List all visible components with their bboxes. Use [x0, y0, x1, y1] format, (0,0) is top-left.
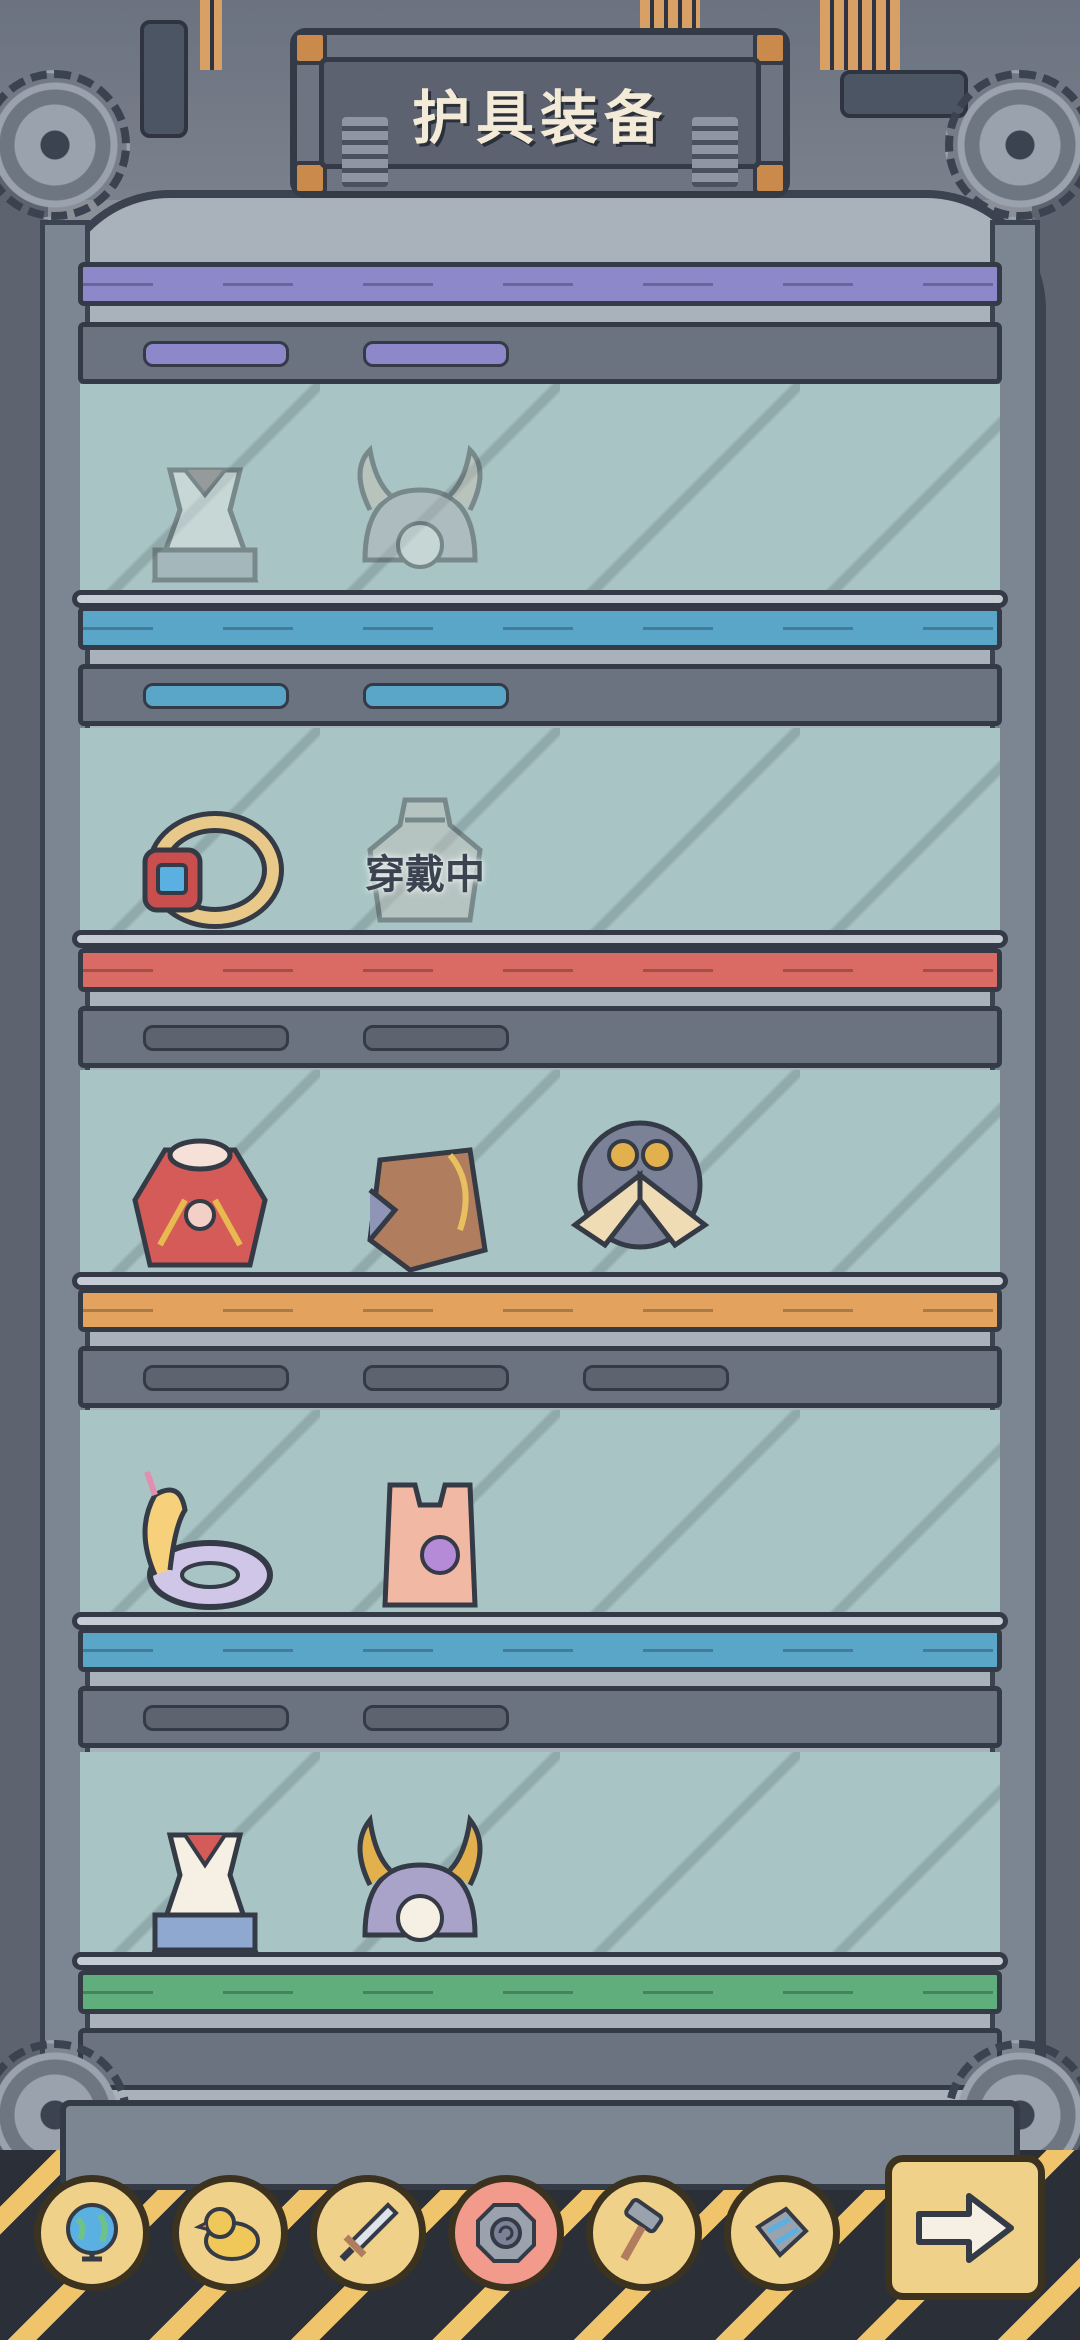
equipped-status-label: 穿戴中 — [365, 852, 485, 898]
shelf-beam-1 — [78, 664, 1002, 726]
shield-icon — [476, 2203, 536, 2263]
globe-icon — [66, 2203, 118, 2262]
pipe — [140, 20, 188, 138]
title-plate: 护具装备 — [290, 28, 790, 198]
shelf-plank-2 — [78, 948, 1002, 992]
item-red-cape-armor[interactable] — [125, 1130, 275, 1280]
item-horned-helmet-locked[interactable] — [345, 440, 495, 590]
tab-sword[interactable] — [310, 2175, 426, 2291]
wooden-armor-icon — [367, 1147, 488, 1273]
tab-shield[interactable] — [448, 2175, 564, 2291]
item-sailor-dress[interactable] — [130, 1810, 280, 1960]
unicorn-ring-icon — [142, 1471, 273, 1610]
bottom-shelf — [60, 2100, 1020, 2190]
duck-icon — [194, 2207, 260, 2261]
slot — [143, 1025, 289, 1051]
hammer-icon — [620, 2198, 664, 2261]
shelf-plank-3 — [78, 1288, 1002, 1332]
shelf-plank-4 — [78, 1628, 1002, 1672]
stripe — [820, 0, 900, 70]
title-inner: 护具装备 — [319, 57, 761, 187]
slot — [583, 1365, 729, 1391]
tab-parts[interactable] — [724, 2175, 840, 2291]
arrow-right-icon — [916, 2192, 1014, 2263]
slot — [143, 1705, 289, 1731]
slot — [363, 1025, 509, 1051]
item-jeweled-ring[interactable] — [130, 790, 284, 940]
sailor-dress-icon — [151, 1832, 259, 1953]
sailor-dress-icon — [151, 467, 259, 583]
slot — [143, 341, 289, 367]
horned-helmet-icon — [357, 444, 483, 569]
winged-shield-icon — [570, 1120, 710, 1250]
horned-helmet-icon — [357, 1813, 483, 1942]
vent — [342, 117, 388, 187]
page-title: 护具装备 — [411, 84, 668, 152]
vent — [692, 117, 738, 187]
item-winged-shield[interactable] — [565, 1115, 715, 1265]
snail-vest-icon — [382, 1482, 478, 1608]
item-horned-sheep-helmet[interactable] — [345, 1810, 495, 1960]
tab-globe[interactable] — [34, 2175, 150, 2291]
top-plank — [78, 262, 1002, 306]
slot — [363, 1365, 509, 1391]
tab-hammer[interactable] — [586, 2175, 702, 2291]
item-wooden-plate-armor[interactable] — [350, 1130, 500, 1280]
slot — [363, 341, 509, 367]
shelf-plank-5 — [78, 1970, 1002, 2014]
shelf-beam-3 — [78, 1346, 1002, 1408]
shelf-beam-4 — [78, 1686, 1002, 1748]
stripe — [200, 0, 222, 70]
tab-duck[interactable] — [172, 2175, 288, 2291]
red-cape-icon — [132, 1138, 268, 1268]
ring-icon — [142, 811, 284, 929]
shelf-plank-1 — [78, 606, 1002, 650]
item-unicorn-swim-ring[interactable] — [125, 1470, 275, 1620]
slot — [363, 683, 509, 709]
next-button[interactable] — [885, 2155, 1045, 2300]
item-snail-vest[interactable] — [355, 1465, 505, 1615]
top-beam — [78, 322, 1002, 384]
gear-parts-icon — [755, 2206, 809, 2258]
slot — [143, 1365, 289, 1391]
sword-icon — [339, 2202, 399, 2262]
slot — [143, 683, 289, 709]
slot — [363, 1705, 509, 1731]
item-sailor-dress-locked[interactable] — [130, 440, 280, 590]
shelf-beam-2 — [78, 1006, 1002, 1068]
shelf-beam-5 — [78, 2028, 1002, 2090]
pipe — [840, 70, 968, 118]
